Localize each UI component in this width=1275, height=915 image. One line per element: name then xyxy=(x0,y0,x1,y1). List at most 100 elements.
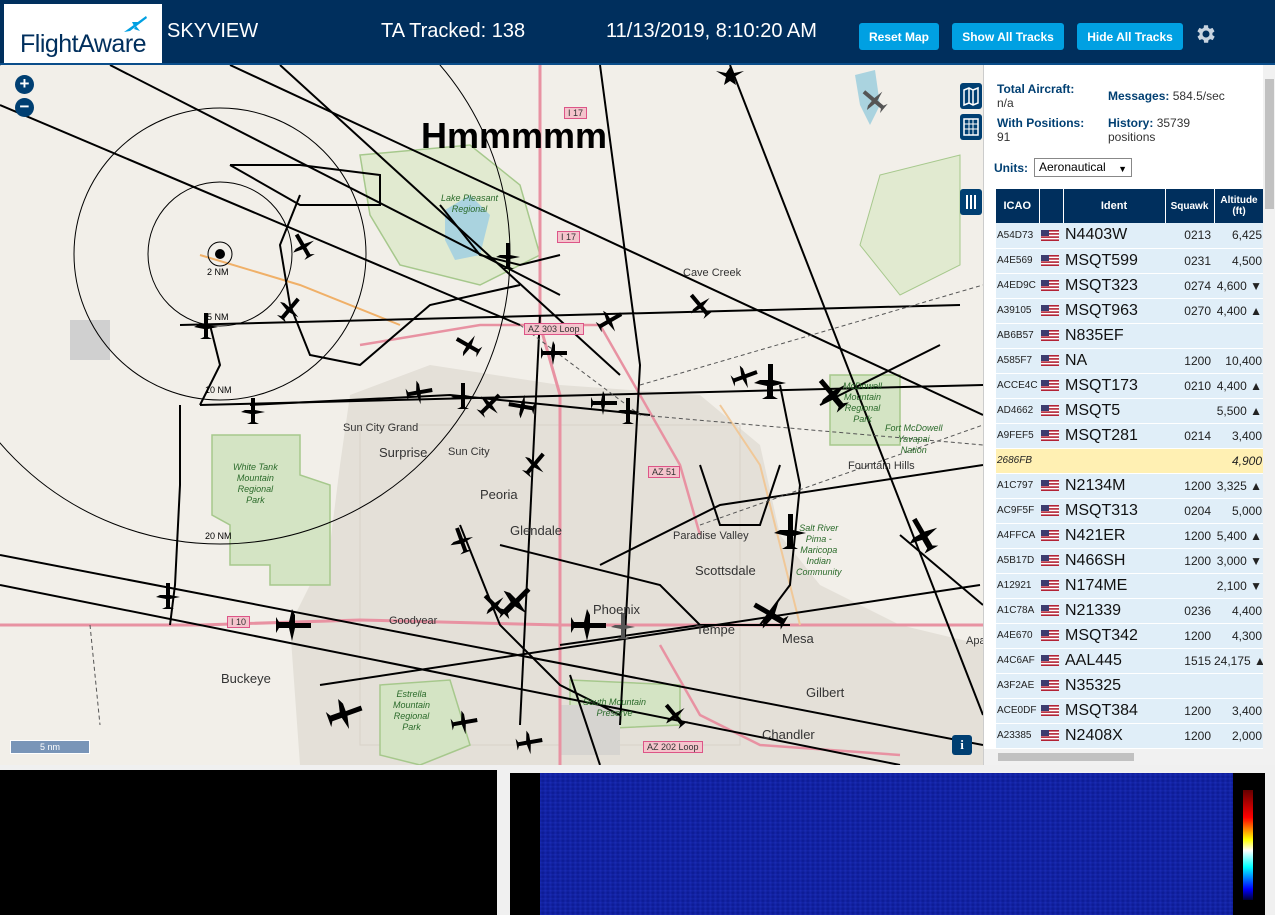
us-flag-icon xyxy=(1041,729,1059,741)
cell-icao: ACE0DF xyxy=(996,698,1039,724)
us-flag-icon xyxy=(1041,479,1059,491)
cell-squawk: 1200 xyxy=(1165,523,1214,549)
cell-icao: A585F7 xyxy=(996,348,1039,374)
cell-squawk: 1200 xyxy=(1165,548,1214,574)
table-row[interactable]: A23385 N2408X 1200 2,000 xyxy=(996,723,1264,749)
hide-all-tracks-button[interactable]: Hide All Tracks xyxy=(1077,23,1183,50)
table-row[interactable]: A4E670 MSQT342 1200 4,300 xyxy=(996,623,1264,649)
table-header: ICAO Ident Squawk Altitude (ft) xyxy=(996,189,1265,223)
us-flag-icon xyxy=(1041,354,1059,366)
park-fort-mcdowell: Fort McDowell Yavapai Nation xyxy=(885,423,943,455)
flightaware-logo[interactable]: FlightAware xyxy=(4,4,162,63)
cell-icao: AD4662 xyxy=(996,398,1039,424)
scroll-thumb-horizontal[interactable] xyxy=(998,753,1134,761)
reset-map-button[interactable]: Reset Map xyxy=(859,23,939,50)
table-row[interactable]: 2686FB 4,900 xyxy=(996,448,1264,474)
table-row[interactable]: A1C797 N2134M 1200 3,325 ▲ xyxy=(996,473,1264,499)
road-shield-az303: AZ 303 Loop xyxy=(524,323,584,335)
cell-flag xyxy=(1039,723,1063,749)
col-squawk[interactable]: Squawk xyxy=(1165,189,1215,223)
table-row[interactable]: A3F2AE N35325 xyxy=(996,673,1264,699)
cell-flag xyxy=(1039,298,1063,324)
col-altitude[interactable]: Altitude (ft) xyxy=(1214,189,1265,223)
table-row[interactable]: A12921 N174ME 2,100 ▼ xyxy=(996,573,1264,599)
cell-icao: A4E670 xyxy=(996,623,1039,649)
show-all-tracks-button[interactable]: Show All Tracks xyxy=(952,23,1064,50)
cell-flag xyxy=(1039,473,1063,499)
units-label: Units: xyxy=(994,161,1028,175)
gear-icon[interactable] xyxy=(1194,22,1218,46)
table-row[interactable]: AC9F5F MSQT313 0204 5,000 xyxy=(996,498,1264,524)
scroll-thumb[interactable] xyxy=(1265,79,1274,209)
table-row[interactable]: AB6B57 N835EF xyxy=(996,323,1264,349)
cell-squawk: 1200 xyxy=(1165,473,1214,499)
col-icao[interactable]: ICAO xyxy=(996,189,1040,223)
cell-squawk: 0204 xyxy=(1165,498,1214,524)
cell-icao: 2686FB xyxy=(996,448,1039,474)
cell-ident: MSQT599 xyxy=(1063,248,1165,274)
ring-label-5nm: 5 NM xyxy=(207,312,229,322)
map-layers-button[interactable] xyxy=(960,83,982,109)
cell-flag xyxy=(1039,348,1063,374)
road-shield-az202: AZ 202 Loop xyxy=(643,741,703,753)
us-flag-icon xyxy=(1041,679,1059,691)
col-ident[interactable]: Ident xyxy=(1063,189,1166,223)
cell-ident: N2408X xyxy=(1063,723,1165,749)
table-row[interactable]: A5B17D N466SH 1200 3,000 ▼ xyxy=(996,548,1264,574)
zoom-in-button[interactable]: + xyxy=(15,75,34,94)
zoom-out-button[interactable]: − xyxy=(15,98,34,117)
table-row[interactable]: A585F7 NA 1200 10,400 xyxy=(996,348,1264,374)
table-row[interactable]: A9FEF5 MSQT281 0214 3,400 xyxy=(996,423,1264,449)
grid-toggle-button[interactable] xyxy=(960,114,982,140)
cell-ident: MSQT342 xyxy=(1063,623,1165,649)
table-row[interactable]: A39105 MSQT963 0270 4,400 ▲ xyxy=(996,298,1264,324)
cell-squawk xyxy=(1165,323,1214,349)
cell-squawk: 1200 xyxy=(1165,698,1214,724)
table-row[interactable]: ACE0DF MSQT384 1200 3,400 xyxy=(996,698,1264,724)
map-canvas[interactable] xyxy=(0,65,983,765)
table-row[interactable]: A4E569 MSQT599 0231 4,500 xyxy=(996,248,1264,274)
cell-flag xyxy=(1039,548,1063,574)
park-estrella: Estrella Mountain Regional Park xyxy=(393,689,431,732)
cell-icao: AC9F5F xyxy=(996,498,1039,524)
grid-icon xyxy=(963,118,979,136)
cell-squawk: 1200 xyxy=(1165,623,1214,649)
map-view[interactable]: Hmmmmm 2 NM 5 NM 10 NM 20 NM Cave Creek … xyxy=(0,65,983,765)
table-row[interactable]: A54D73 N4403W 0213 6,425 xyxy=(996,223,1264,249)
table-row[interactable]: A4ED9C MSQT323 0274 4,600 ▼ xyxy=(996,273,1264,299)
cell-icao: A12921 xyxy=(996,573,1039,599)
table-row[interactable]: A1C78A N21339 0236 4,400 xyxy=(996,598,1264,624)
vertical-scrollbar[interactable] xyxy=(1263,65,1275,765)
ring-label-2nm: 2 NM xyxy=(207,267,229,277)
table-row[interactable]: A4FFCA N421ER 1200 5,400 ▲ xyxy=(996,523,1264,549)
place-scottsdale: Scottsdale xyxy=(695,563,756,578)
table-row[interactable]: A4C6AF AAL445 1515 24,175 ▲ xyxy=(996,648,1264,674)
us-flag-icon xyxy=(1041,654,1059,666)
cell-flag xyxy=(1039,448,1063,474)
cell-altitude: 3,400 xyxy=(1214,698,1264,724)
cell-flag xyxy=(1039,623,1063,649)
info-button[interactable]: i xyxy=(952,735,972,755)
column-toggle-button[interactable] xyxy=(960,189,982,215)
cell-altitude: 4,900 xyxy=(1214,448,1264,474)
col-flag[interactable] xyxy=(1039,189,1064,223)
place-apa: Apa xyxy=(966,635,983,647)
us-flag-icon xyxy=(1041,554,1059,566)
cell-altitude: 4,500 xyxy=(1214,248,1264,274)
cell-squawk: 1200 xyxy=(1165,723,1214,749)
units-select[interactable]: Aeronautical xyxy=(1034,158,1132,178)
table-row[interactable]: AD4662 MSQT5 5,500 ▲ xyxy=(996,398,1264,424)
cell-icao: A4E569 xyxy=(996,248,1039,274)
place-sun-city: Sun City xyxy=(448,446,490,458)
waterfall-display xyxy=(540,773,1233,915)
table-row[interactable]: ACCE4C MSQT173 0210 4,400 ▲ xyxy=(996,373,1264,399)
total-aircraft-stat: Total Aircraft: n/a xyxy=(997,82,1074,110)
cell-altitude: 5,000 xyxy=(1214,498,1264,524)
with-positions-value: 91 xyxy=(997,130,1011,144)
horizontal-scrollbar[interactable] xyxy=(984,749,1263,765)
cell-squawk: 0213 xyxy=(1165,223,1214,249)
place-goodyear: Goodyear xyxy=(389,615,438,627)
cell-ident: N466SH xyxy=(1063,548,1165,574)
place-surprise: Surprise xyxy=(379,445,428,460)
cell-flag xyxy=(1039,673,1063,699)
